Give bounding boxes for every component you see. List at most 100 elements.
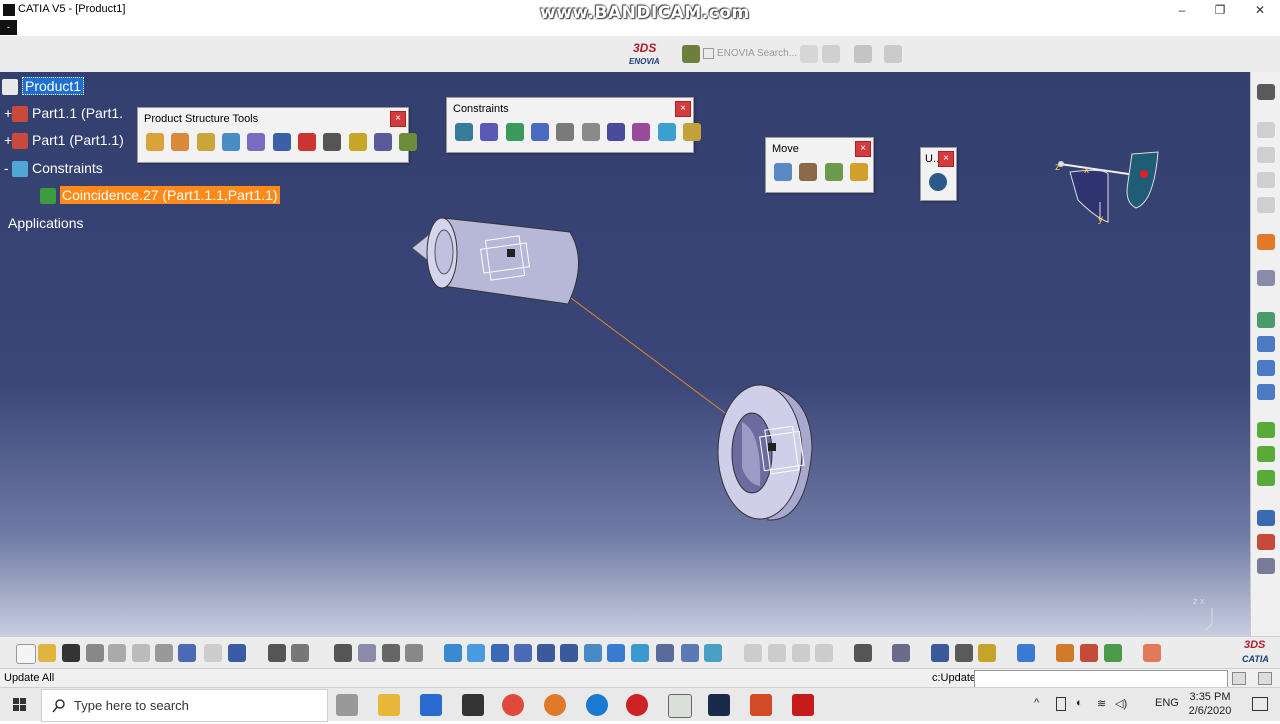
powerpoint-icon[interactable]: [750, 694, 772, 716]
file-explorer-icon[interactable]: [378, 694, 400, 716]
render-style-icon[interactable]: [656, 644, 674, 662]
table-icon[interactable]: [334, 644, 352, 662]
tree-item-constraints[interactable]: - Constraints: [4, 160, 103, 178]
sectioning-tool-icon[interactable]: [955, 644, 973, 662]
manipulation-icon[interactable]: [774, 163, 792, 181]
scene-icon[interactable]: [1257, 470, 1275, 486]
expand-plus-icon[interactable]: +: [4, 105, 12, 121]
grid-icon[interactable]: [1143, 644, 1161, 662]
tool-icon-4[interactable]: [1257, 197, 1275, 213]
weld-icon[interactable]: [1257, 534, 1275, 550]
analyze-icon[interactable]: [1257, 312, 1275, 328]
minimize-button[interactable]: –: [1162, 0, 1202, 20]
annotation-icon[interactable]: [1257, 510, 1275, 526]
redo-icon[interactable]: [204, 644, 222, 662]
filter-icon[interactable]: [405, 644, 423, 662]
knowledge-icon[interactable]: [358, 644, 376, 662]
clash-icon[interactable]: [1257, 384, 1275, 400]
open-file-icon[interactable]: [38, 644, 56, 662]
task-view-icon[interactable]: [336, 694, 358, 716]
show-hidden-icons-button[interactable]: ^: [1034, 697, 1039, 709]
save-icon[interactable]: [62, 644, 80, 662]
existing-component-icon[interactable]: [222, 133, 241, 151]
copy-icon[interactable]: [132, 644, 150, 662]
swap-space-icon[interactable]: [704, 644, 722, 662]
material-icon[interactable]: [1056, 644, 1074, 662]
catia-taskbar-icon[interactable]: [668, 694, 692, 718]
normal-view-icon[interactable]: [584, 644, 602, 662]
multi-instantiation-icon[interactable]: [374, 133, 393, 151]
iso-view-icon[interactable]: [631, 644, 649, 662]
3d-annotation-icon[interactable]: [1017, 644, 1035, 662]
measure-icon[interactable]: [1257, 336, 1275, 352]
firefox-icon[interactable]: [544, 694, 566, 716]
start-button[interactable]: [0, 688, 40, 721]
hand-tool-icon[interactable]: [884, 45, 902, 63]
close-window-button[interactable]: ✕: [1240, 0, 1280, 20]
select-cursor-icon[interactable]: [1257, 234, 1275, 250]
new-product-icon[interactable]: [171, 133, 190, 151]
tool-icon-2[interactable]: [1257, 147, 1275, 163]
expand-plus-icon[interactable]: +: [4, 132, 12, 148]
snap-icon[interactable]: [799, 163, 818, 181]
chrome-icon[interactable]: [502, 694, 524, 716]
tree-item-part11[interactable]: + Part1.1 (Part1.: [4, 105, 123, 123]
maximize-button[interactable]: ❐: [1200, 0, 1240, 20]
new-component-icon[interactable]: [146, 133, 164, 151]
toolbar-close-button[interactable]: ×: [855, 141, 871, 157]
swap-icon[interactable]: [854, 45, 872, 63]
ring-part[interactable]: [717, 384, 813, 521]
update-all-icon[interactable]: [929, 173, 947, 191]
disabled-tool-icon-3[interactable]: [792, 644, 810, 662]
status-button-2[interactable]: [1258, 672, 1272, 685]
toolbar-header[interactable]: U.. ×: [921, 148, 956, 170]
collapse-minus-icon[interactable]: -: [4, 160, 12, 176]
reuse-pattern-icon[interactable]: [683, 123, 702, 141]
bom-icon[interactable]: [1257, 446, 1275, 462]
disabled-tool-icon-2[interactable]: [768, 644, 786, 662]
zoom-in-icon[interactable]: [537, 644, 555, 662]
print-screen-icon[interactable]: [892, 644, 910, 662]
media-app-icon[interactable]: [462, 694, 484, 716]
tool-icon-1[interactable]: [1257, 122, 1275, 138]
enovia-tool-icon[interactable]: [682, 45, 700, 63]
toolbar-close-button[interactable]: ×: [938, 151, 954, 167]
network-icon[interactable]: ◐: [1076, 697, 1083, 709]
taskbar-clock[interactable]: 3:35 PM 2/6/2020: [1186, 690, 1234, 718]
notifications-icon[interactable]: [1252, 697, 1268, 711]
toolbar-close-button[interactable]: ×: [675, 101, 691, 117]
bandicam-icon[interactable]: [626, 694, 648, 716]
pan-icon[interactable]: [491, 644, 509, 662]
disabled-tool-icon-1[interactable]: [744, 644, 762, 662]
image-app-icon[interactable]: [708, 694, 730, 716]
enovia-logo[interactable]: 3DS ENOVIA: [625, 41, 669, 69]
graph-tree-reordering-icon[interactable]: [272, 133, 291, 151]
multi-view-icon[interactable]: [607, 644, 625, 662]
manipulate-icon[interactable]: [1257, 270, 1275, 286]
compass-widget[interactable]: [1058, 151, 1159, 223]
quick-constraint-icon[interactable]: [607, 123, 626, 141]
toolbar-header[interactable]: Move ×: [766, 138, 873, 160]
edge-icon[interactable]: [586, 694, 608, 716]
toolbar-close-button[interactable]: ×: [390, 111, 406, 127]
hide-show-icon[interactable]: [681, 644, 699, 662]
search-options-icon[interactable]: [800, 45, 818, 63]
acrobat-icon[interactable]: [792, 694, 814, 716]
undo-icon[interactable]: [178, 644, 196, 662]
checkbox-icon[interactable]: [703, 47, 714, 59]
render-icon[interactable]: [1080, 644, 1098, 662]
selective-load-icon[interactable]: [323, 133, 342, 151]
view-icon[interactable]: [1257, 558, 1275, 574]
bottle-icon[interactable]: [978, 644, 996, 662]
tree-item-part1[interactable]: + Part1 (Part1.1): [4, 132, 124, 150]
search-results-icon[interactable]: [822, 45, 840, 63]
comment-icon[interactable]: [291, 644, 309, 662]
disabled-tool-icon-4[interactable]: [815, 644, 833, 662]
offset-constraint-icon[interactable]: [505, 123, 524, 141]
status-button-1[interactable]: [1232, 672, 1246, 685]
change-constraint-icon[interactable]: [657, 123, 676, 141]
gear-icon[interactable]: [1257, 84, 1275, 100]
tree-root-product1[interactable]: Product1: [2, 77, 85, 96]
wifi-icon[interactable]: ≋: [1097, 697, 1106, 710]
tree-item-applications[interactable]: Applications: [8, 215, 84, 231]
